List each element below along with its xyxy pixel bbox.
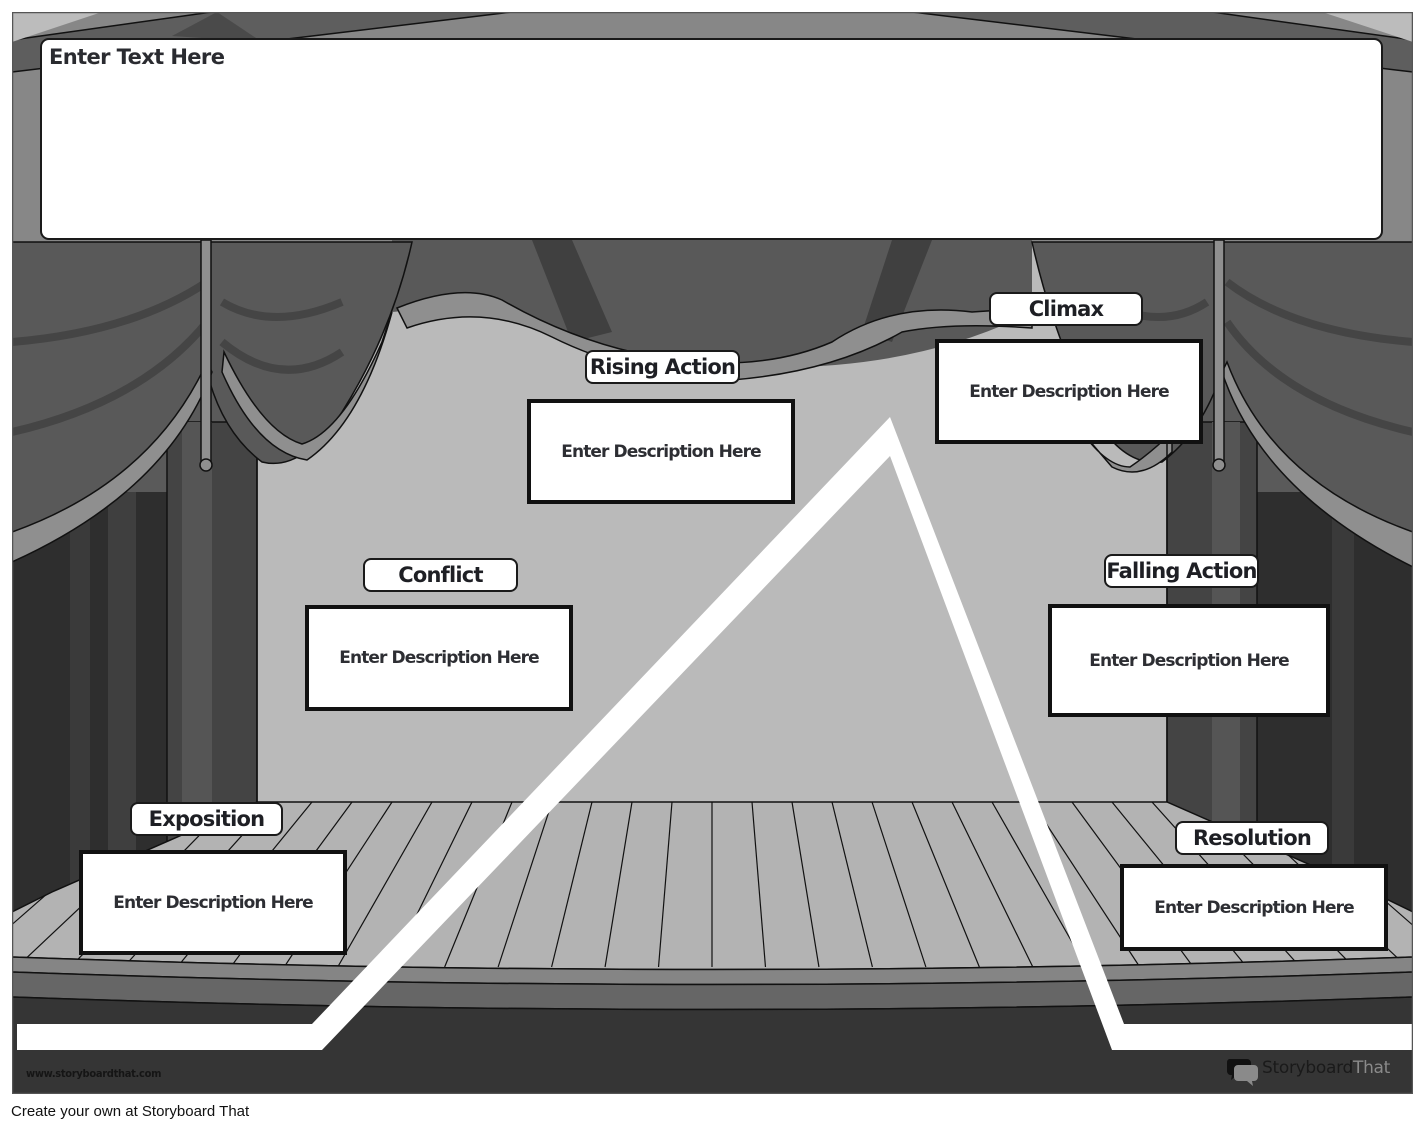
- watermark-url: www.storyboardthat.com: [26, 1067, 162, 1080]
- label-falling-action[interactable]: Falling Action: [1104, 554, 1259, 588]
- label-rising-action[interactable]: Rising Action: [585, 350, 740, 384]
- left-tieback-knob: [199, 458, 213, 472]
- label-conflict[interactable]: Conflict: [363, 558, 518, 592]
- description-exposition[interactable]: Enter Description Here: [79, 850, 347, 955]
- title-text-box[interactable]: Enter Text Here: [40, 38, 1383, 240]
- left-curtain-stripe: [70, 492, 90, 912]
- right-tieback-rope: [1213, 239, 1225, 466]
- create-your-own-link[interactable]: Create your own at Storyboard That: [11, 1103, 249, 1120]
- description-climax[interactable]: Enter Description Here: [935, 339, 1203, 444]
- right-tieback-knob: [1212, 458, 1226, 472]
- left-curtain-stripe: [182, 422, 212, 842]
- brand-name: StoryboardThat: [1262, 1058, 1390, 1078]
- description-resolution[interactable]: Enter Description Here: [1120, 864, 1388, 951]
- left-tieback-rope: [200, 239, 212, 466]
- description-falling-action[interactable]: Enter Description Here: [1048, 604, 1330, 717]
- title-placeholder[interactable]: Enter Text Here: [49, 45, 225, 69]
- description-conflict[interactable]: Enter Description Here: [305, 605, 573, 711]
- storyboard-canvas: Enter Text Here Exposition Enter Descrip…: [12, 12, 1413, 1094]
- storyboardthat-logo: StoryboardThat: [1262, 1055, 1390, 1081]
- right-curtain-stripe: [1332, 492, 1354, 912]
- label-exposition[interactable]: Exposition: [130, 802, 283, 836]
- label-resolution[interactable]: Resolution: [1175, 821, 1329, 855]
- brand-name-part2: That: [1353, 1058, 1391, 1078]
- left-curtain-stripe: [108, 492, 136, 912]
- label-climax[interactable]: Climax: [989, 292, 1143, 326]
- description-rising-action[interactable]: Enter Description Here: [527, 399, 795, 504]
- brand-name-part1: Storyboard: [1262, 1058, 1353, 1078]
